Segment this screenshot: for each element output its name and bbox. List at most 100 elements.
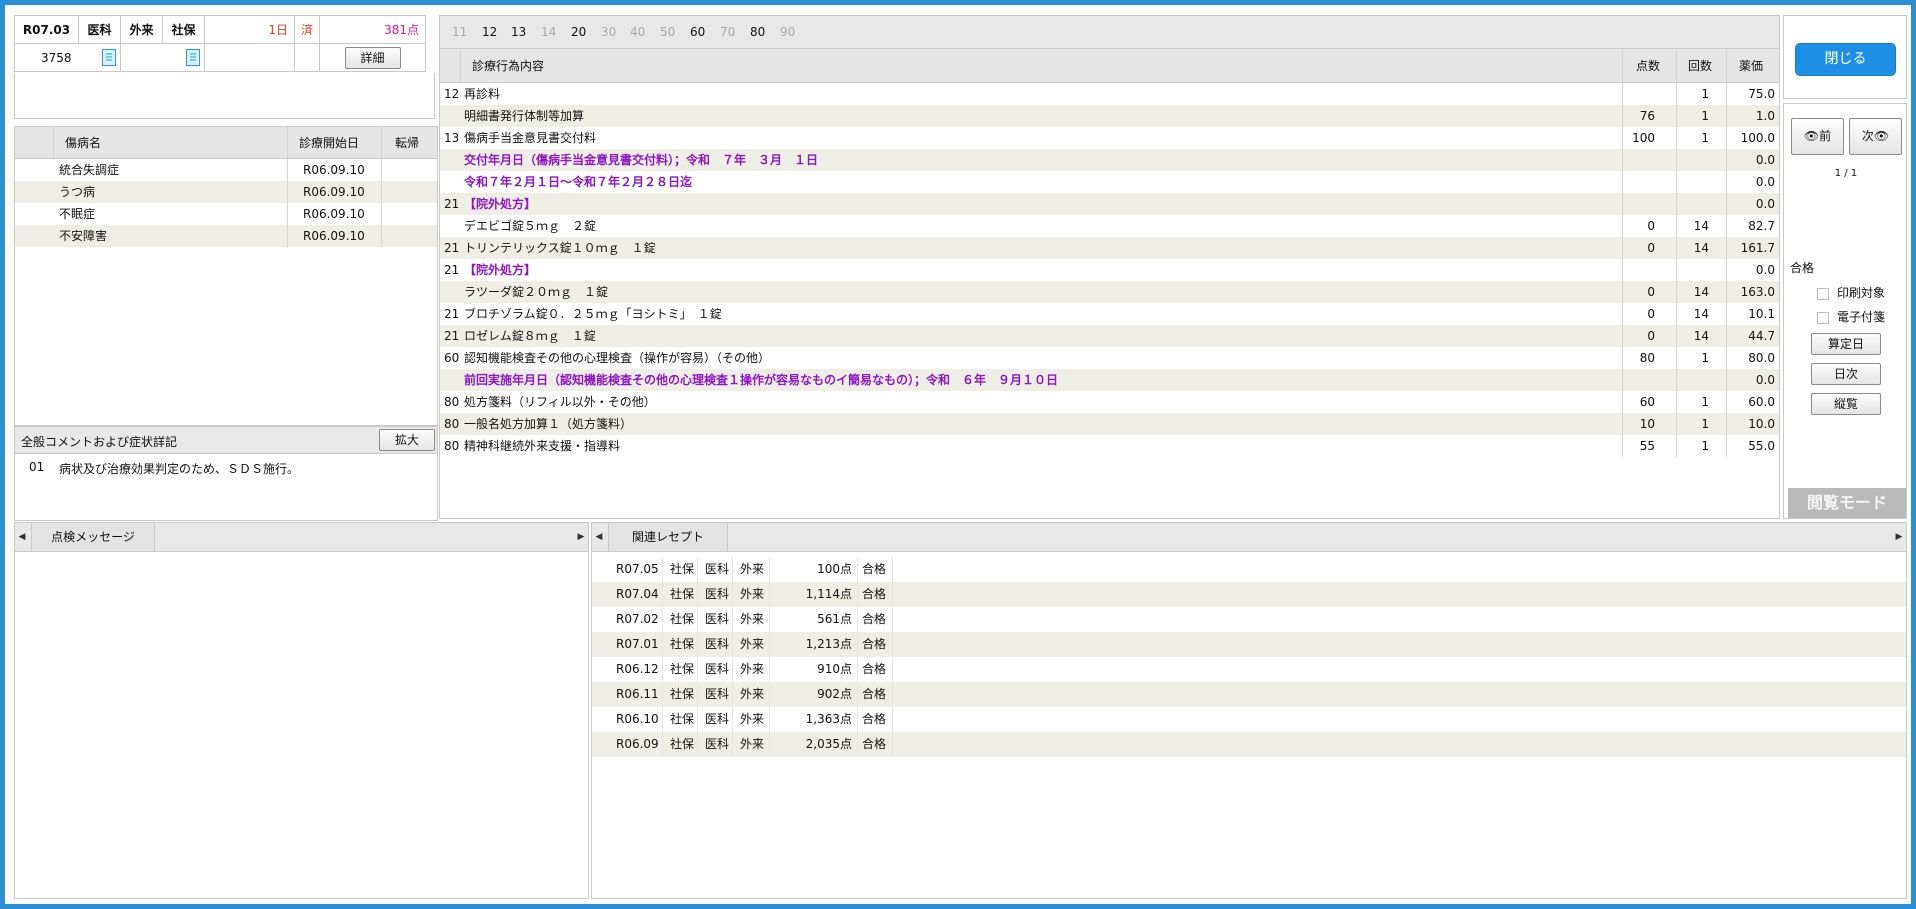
treatment-times: 1 <box>1701 131 1709 145</box>
treatment-text: 精神科継続外来支援・指導料 <box>464 439 621 453</box>
column-divider <box>769 557 770 582</box>
tab-40[interactable]: 40 <box>630 25 645 39</box>
column-divider <box>381 181 382 203</box>
column-divider <box>1622 127 1623 149</box>
treatment-row[interactable]: 21 ロゼレム錠８ｍｇ １錠 0 14 44.7 <box>440 325 1779 347</box>
related-receipt-row[interactable]: R07.05 社保 医科 外来 100点 合格 <box>592 557 1906 582</box>
close-button[interactable]: 閉じる <box>1795 43 1896 76</box>
scroll-right-icon[interactable]: ▶ <box>1892 524 1906 550</box>
disease-name: 不眠症 <box>59 207 96 221</box>
related-result: 合格 <box>862 587 887 601</box>
disease-row[interactable]: 不眠症 R06.09.10 <box>15 203 437 225</box>
tab-check-message[interactable]: 点検メッセージ <box>31 523 155 551</box>
related-result: 合格 <box>862 612 887 626</box>
disease-row[interactable]: 統合失調症 R06.09.10 <box>15 159 437 181</box>
related-receipt-row[interactable]: R06.10 社保 医科 外来 1,363点 合格 <box>592 707 1906 732</box>
col-times[interactable]: 回数 <box>1688 49 1712 82</box>
next-button[interactable]: 次👁 <box>1849 118 1902 155</box>
vertical-view-button[interactable]: 縦覧 <box>1811 393 1881 415</box>
expand-button[interactable]: 拡大 <box>379 429 435 451</box>
disease-row[interactable]: うつ病 R06.09.10 <box>15 181 437 203</box>
tab-60[interactable]: 60 <box>690 25 705 39</box>
daily-button[interactable]: 日次 <box>1811 363 1881 385</box>
treatment-row[interactable]: 明細書発行体制等加算 76 1 1.0 <box>440 105 1779 127</box>
treatment-row[interactable]: 13 傷病手当金意見書交付料 100 1 100.0 <box>440 127 1779 149</box>
column-divider <box>1676 127 1677 149</box>
disease-start-date: R06.09.10 <box>303 207 365 221</box>
related-receipt-row[interactable]: R07.01 社保 医科 外来 1,213点 合格 <box>592 632 1906 657</box>
related-receipt-row[interactable]: R07.02 社保 医科 外来 561点 合格 <box>592 607 1906 632</box>
treatment-row[interactable]: 令和７年２月１日～令和７年２月２８日迄 0.0 <box>440 171 1779 193</box>
treatment-points: 55 <box>1639 439 1655 453</box>
calc-day-button[interactable]: 算定日 <box>1811 333 1881 355</box>
col-outcome[interactable]: 転帰 <box>395 127 419 158</box>
tab-11[interactable]: 11 <box>452 25 467 39</box>
treatment-code: 13 <box>444 131 460 145</box>
treatment-row[interactable]: 21 【院外処方】 0.0 <box>440 193 1779 215</box>
treatment-row[interactable]: 80 精神科継続外来支援・指導料 55 1 55.0 <box>440 435 1779 457</box>
treatment-row[interactable]: 21 ブロチゾラム錠０．２５ｍｇ「ヨシトミ」 １錠 0 14 10.1 <box>440 303 1779 325</box>
treatment-row[interactable]: 交付年月日（傷病手当金意見書交付料）；令和 ７年 ３月 １日 0.0 <box>440 149 1779 171</box>
treatment-price: 44.7 <box>1748 329 1775 343</box>
treatment-times: 1 <box>1701 417 1709 431</box>
copy-icon[interactable] <box>102 49 116 66</box>
treatment-row[interactable]: 80 一般名処方加算１（処方箋料） 10 1 10.0 <box>440 413 1779 435</box>
e-attach-checkbox[interactable]: 電子付箋 <box>1817 308 1885 325</box>
column-divider <box>1676 369 1677 391</box>
status-done: 済 <box>293 15 321 44</box>
tab-90[interactable]: 90 <box>780 25 795 39</box>
tab-related-receipt[interactable]: 関連レセプト <box>608 523 728 551</box>
related-tabbar: ◀ 関連レセプト ▶ <box>592 523 1906 552</box>
column-divider <box>1726 237 1727 259</box>
column-divider <box>1622 171 1623 193</box>
prev-button[interactable]: 👁前 <box>1791 118 1844 155</box>
tab-13[interactable]: 13 <box>511 25 526 39</box>
detail-button[interactable]: 詳細 <box>344 46 401 69</box>
related-insurance: 社保 <box>670 737 695 751</box>
treatment-row[interactable]: 60 認知機能検査その他の心理検査（操作が容易）（その他） 80 1 80.0 <box>440 347 1779 369</box>
treatment-row[interactable]: 12 再診料 1 75.0 <box>440 83 1779 105</box>
related-receipt-row[interactable]: R06.11 社保 医科 外来 902点 合格 <box>592 682 1906 707</box>
treatment-times: 1 <box>1701 439 1709 453</box>
tab-12[interactable]: 12 <box>482 25 497 39</box>
scroll-left-icon[interactable]: ◀ <box>15 524 29 550</box>
tab-14[interactable]: 14 <box>541 25 556 39</box>
related-year-month: R06.09 <box>616 737 659 751</box>
memo-icon[interactable] <box>186 49 200 66</box>
disease-row[interactable]: 不安障害 R06.09.10 <box>15 225 437 247</box>
tab-50[interactable]: 50 <box>660 25 675 39</box>
column-divider <box>1726 83 1727 105</box>
col-disease-name[interactable]: 傷病名 <box>65 127 101 158</box>
scroll-left-icon[interactable]: ◀ <box>592 524 606 550</box>
column-divider <box>1726 105 1727 127</box>
treatment-row[interactable]: 前回実施年月日（認知機能検査その他の心理検査１操作が容易なものイ簡易なもの）；令… <box>440 369 1779 391</box>
col-start-date[interactable]: 診療開始日 <box>299 127 359 158</box>
col-price[interactable]: 薬価 <box>1739 49 1763 82</box>
col-content[interactable]: 診療行為内容 <box>472 49 544 82</box>
column-divider <box>381 203 382 225</box>
tab-20[interactable]: 20 <box>571 25 586 39</box>
scroll-right-icon[interactable]: ▶ <box>574 524 588 550</box>
treatment-text: 明細書発行体制等加算 <box>464 109 585 123</box>
col-points[interactable]: 点数 <box>1636 49 1660 82</box>
print-target-checkbox[interactable]: 印刷対象 <box>1817 284 1885 301</box>
treatment-row[interactable]: 80 処方箋料（リフィル以外・その他） 60 1 60.0 <box>440 391 1779 413</box>
related-receipt-row[interactable]: R06.12 社保 医科 外来 910点 合格 <box>592 657 1906 682</box>
treatment-price: 10.0 <box>1748 417 1775 431</box>
column-divider <box>662 732 663 757</box>
tab-80[interactable]: 80 <box>750 25 765 39</box>
tab-30[interactable]: 30 <box>601 25 616 39</box>
treatment-code: 21 <box>444 329 460 343</box>
tab-70[interactable]: 70 <box>720 25 735 39</box>
column-divider <box>697 682 698 707</box>
treatment-row[interactable]: ラツーダ錠２０ｍｇ １錠 0 14 163.0 <box>440 281 1779 303</box>
related-points: 910点 <box>817 662 852 676</box>
era-date: R07.03 <box>14 15 79 44</box>
related-receipt-row[interactable]: R06.09 社保 医科 外来 2,035点 合格 <box>592 732 1906 757</box>
related-receipt-row[interactable]: R07.04 社保 医科 外来 1,114点 合格 <box>592 582 1906 607</box>
column-divider <box>1726 171 1727 193</box>
treatment-row[interactable]: デエビゴ錠５ｍｇ ２錠 0 14 82.7 <box>440 215 1779 237</box>
treatment-row[interactable]: 21 トリンテリックス錠１０ｍｇ １錠 0 14 161.7 <box>440 237 1779 259</box>
treatment-row[interactable]: 21 【院外処方】 0.0 <box>440 259 1779 281</box>
column-divider <box>892 707 893 732</box>
